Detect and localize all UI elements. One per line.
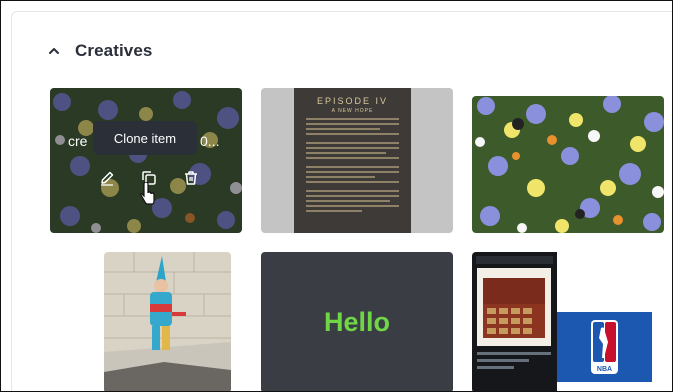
app-frame: Creatives cre 0... Clone item EPISODE IV…	[0, 0, 673, 392]
creative-card[interactable]	[472, 96, 664, 233]
clone-tooltip: Clone item	[93, 121, 197, 155]
trash-icon[interactable]	[181, 168, 201, 188]
costume-photo	[104, 252, 231, 391]
hello-text: Hello	[323, 307, 390, 337]
creative-card[interactable]: cre 0...	[50, 88, 242, 233]
phone-screenshot	[472, 252, 557, 391]
card-name: cre 0...	[68, 133, 219, 149]
card-name-end: 0...	[200, 133, 220, 149]
chocolate-box-image	[477, 268, 551, 346]
creative-card[interactable]	[104, 252, 231, 391]
creative-card[interactable]: NBA	[472, 252, 664, 391]
chevron-up-icon[interactable]	[47, 44, 61, 58]
crawl-text	[306, 118, 399, 215]
pencil-icon[interactable]	[97, 168, 117, 188]
nba-logo-tile: NBA	[557, 312, 652, 382]
card-name-start: cre	[68, 133, 88, 149]
creative-card[interactable]: Hello	[261, 252, 453, 391]
episode-title: EPISODE IV	[316, 96, 389, 106]
cursor-icon	[140, 182, 155, 205]
flowers-image	[472, 96, 664, 233]
nba-logo: NBA	[591, 320, 618, 374]
hover-overlay	[50, 88, 242, 233]
section-title: Creatives	[75, 41, 153, 60]
section-header[interactable]: Creatives	[47, 39, 152, 63]
creative-card[interactable]: EPISODE IV A NEW HOPE	[261, 88, 453, 233]
nba-logo-text: NBA	[597, 366, 612, 373]
episode-subtitle: A NEW HOPE	[331, 108, 374, 114]
episode-poster: EPISODE IV A NEW HOPE	[294, 88, 411, 233]
